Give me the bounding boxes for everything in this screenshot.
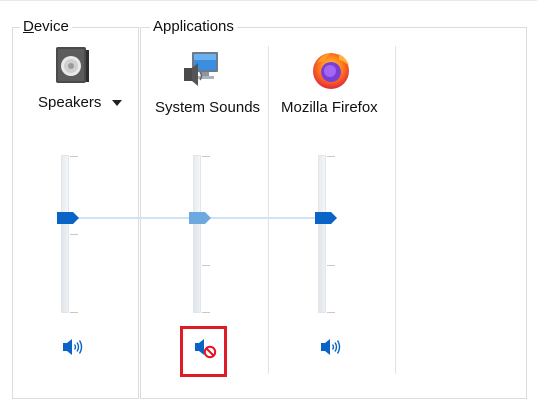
volume-tick	[327, 312, 335, 313]
device-volume-thumb[interactable]	[56, 211, 80, 225]
column-divider	[395, 46, 396, 374]
app-name-system-sounds: System Sounds	[155, 99, 261, 116]
app-name-firefox: Mozilla Firefox	[281, 99, 378, 116]
device-title-mnemonic: D	[23, 18, 34, 35]
firefox-mute-button[interactable]	[318, 336, 342, 358]
device-name: Speakers	[38, 94, 102, 111]
volume-tick	[202, 312, 210, 313]
firefox-volume-track[interactable]	[318, 155, 326, 313]
applications-group-title: Applications	[150, 18, 237, 36]
firefox-volume-thumb[interactable]	[314, 211, 338, 225]
system-sounds-volume-fill	[194, 219, 200, 312]
speaker-muted-icon	[195, 339, 217, 359]
system-sounds-icon	[184, 52, 218, 86]
volume-tick	[327, 156, 335, 157]
device-volume-fill	[62, 219, 68, 312]
firefox-volume-fill	[319, 219, 325, 312]
column-divider	[268, 46, 269, 374]
device-group-title: Device	[20, 18, 72, 36]
speaker-device-icon	[56, 47, 89, 83]
speaker-volume-icon	[321, 339, 341, 355]
speaker-volume-icon	[63, 339, 83, 355]
firefox-icon	[313, 53, 349, 89]
volume-tick	[70, 234, 78, 235]
device-volume-track[interactable]	[61, 155, 69, 313]
system-sounds-mute-button[interactable]	[192, 337, 218, 359]
chevron-down-icon	[112, 100, 122, 106]
device-title-rest: evice	[33, 18, 69, 35]
volume-tick	[327, 265, 335, 266]
device-mute-button[interactable]	[60, 336, 84, 358]
volume-tick	[70, 312, 78, 313]
top-border	[0, 0, 537, 1]
device-selector[interactable]: Speakers	[32, 94, 127, 114]
system-sounds-volume-track[interactable]	[193, 155, 201, 313]
system-sounds-volume-thumb[interactable]	[188, 211, 212, 225]
volume-tick	[70, 156, 78, 157]
volume-tick	[202, 156, 210, 157]
volume-tick	[202, 265, 210, 266]
